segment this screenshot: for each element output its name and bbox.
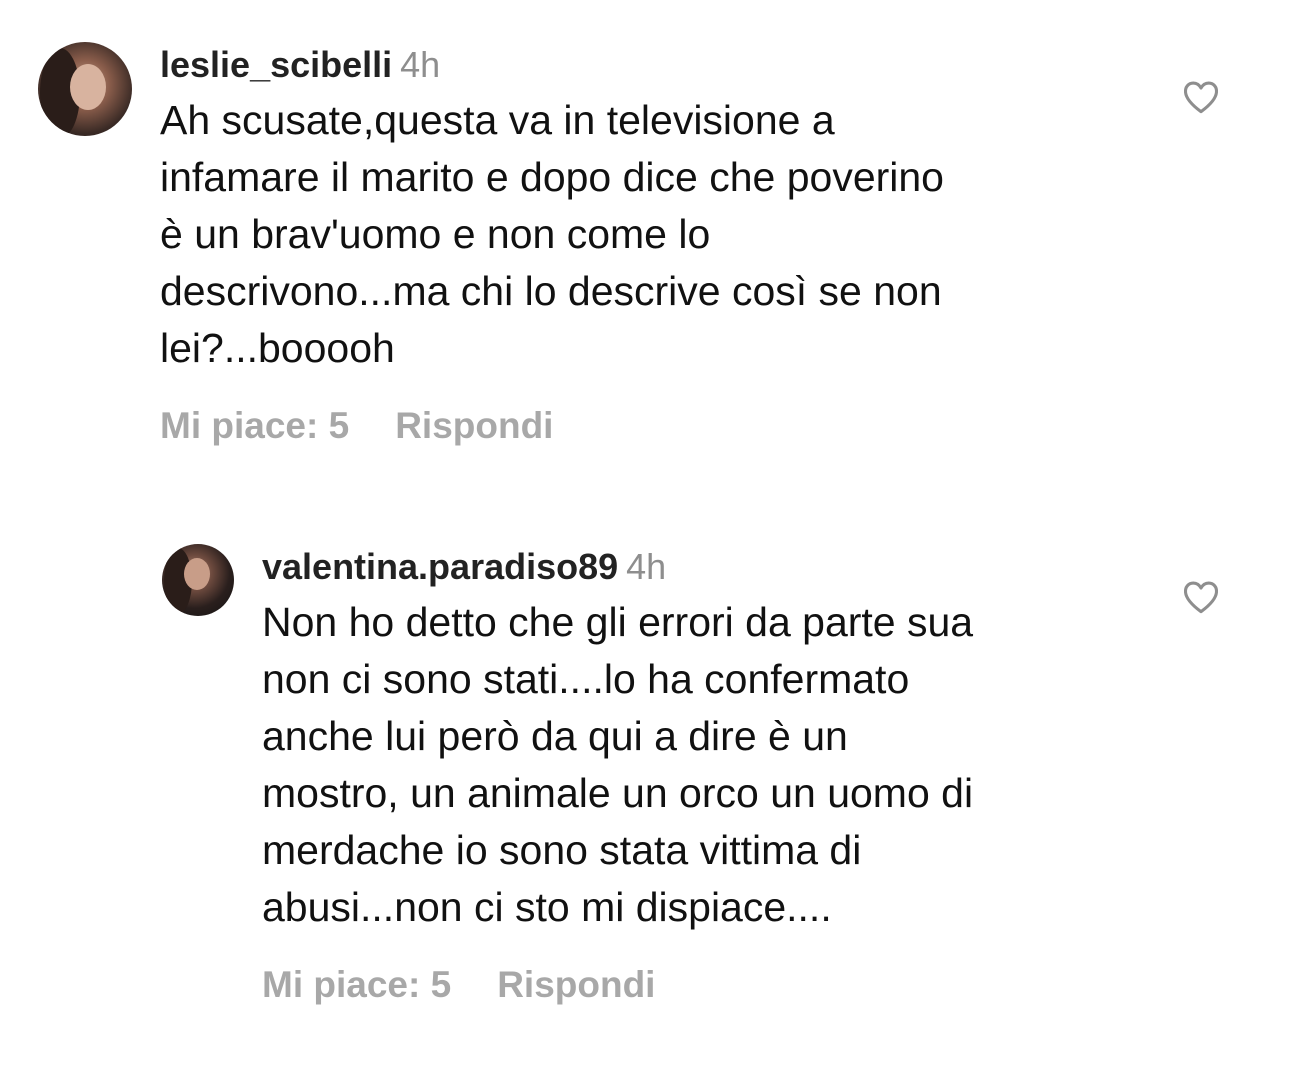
comment-text-line: abusi...non ci sto mi dispiace.... xyxy=(262,884,832,930)
comment-text-line: mostro, un animale un orco un uomo di xyxy=(262,770,974,816)
comment-body: valentina.paradiso89 4h Non ho detto che … xyxy=(262,540,1162,1006)
comment-body: leslie_scibelli 4h Ah scusate,questa va i… xyxy=(160,38,1160,447)
heart-outline-icon[interactable] xyxy=(1182,80,1220,114)
comment-text-line: infamare il marito e dopo dice che pover… xyxy=(160,154,944,200)
comment-header: valentina.paradiso89 4h xyxy=(262,540,1162,594)
comment-text-line: è un brav'uomo e non come lo xyxy=(160,211,711,257)
avatar-face xyxy=(70,64,106,110)
avatar[interactable] xyxy=(38,42,132,136)
comment-text-line: Non ho detto che gli errori da parte sua xyxy=(262,599,974,645)
comment-time: 4h xyxy=(400,44,441,85)
comment-actions: Mi piace: 5 Rispondi xyxy=(262,964,1162,1006)
heart-outline-icon[interactable] xyxy=(1182,580,1220,614)
comment-text: Ah scusate,questa va in televisione a in… xyxy=(160,92,1160,377)
comment-header: leslie_scibelli 4h xyxy=(160,38,1160,92)
comment-text: Non ho detto che gli errori da parte sua… xyxy=(262,594,1162,936)
likes-count-button[interactable]: Mi piace: 5 xyxy=(262,964,451,1006)
reply-button[interactable]: Rispondi xyxy=(395,405,553,447)
username-link[interactable]: valentina.paradiso89 xyxy=(262,546,618,587)
comment-text-line: Ah scusate,questa va in televisione a xyxy=(160,97,835,143)
avatar[interactable] xyxy=(162,544,234,616)
comment-time: 4h xyxy=(626,546,667,587)
comment-actions: Mi piace: 5 Rispondi xyxy=(160,405,1160,447)
likes-count-button[interactable]: Mi piace: 5 xyxy=(160,405,349,447)
avatar-face xyxy=(184,558,210,590)
comment-text-line: merdache io sono stata vittima di xyxy=(262,827,862,873)
comment-text-line: descrivono...ma chi lo descrive così se … xyxy=(160,268,942,314)
comment-text-line: lei?...booooh xyxy=(160,325,395,371)
comment-text-line: non ci sono stati....lo ha confermato xyxy=(262,656,910,702)
username-link[interactable]: leslie_scibelli xyxy=(160,44,392,85)
reply-button[interactable]: Rispondi xyxy=(497,964,655,1006)
comment-text-line: anche lui però da qui a dire è un xyxy=(262,713,848,759)
